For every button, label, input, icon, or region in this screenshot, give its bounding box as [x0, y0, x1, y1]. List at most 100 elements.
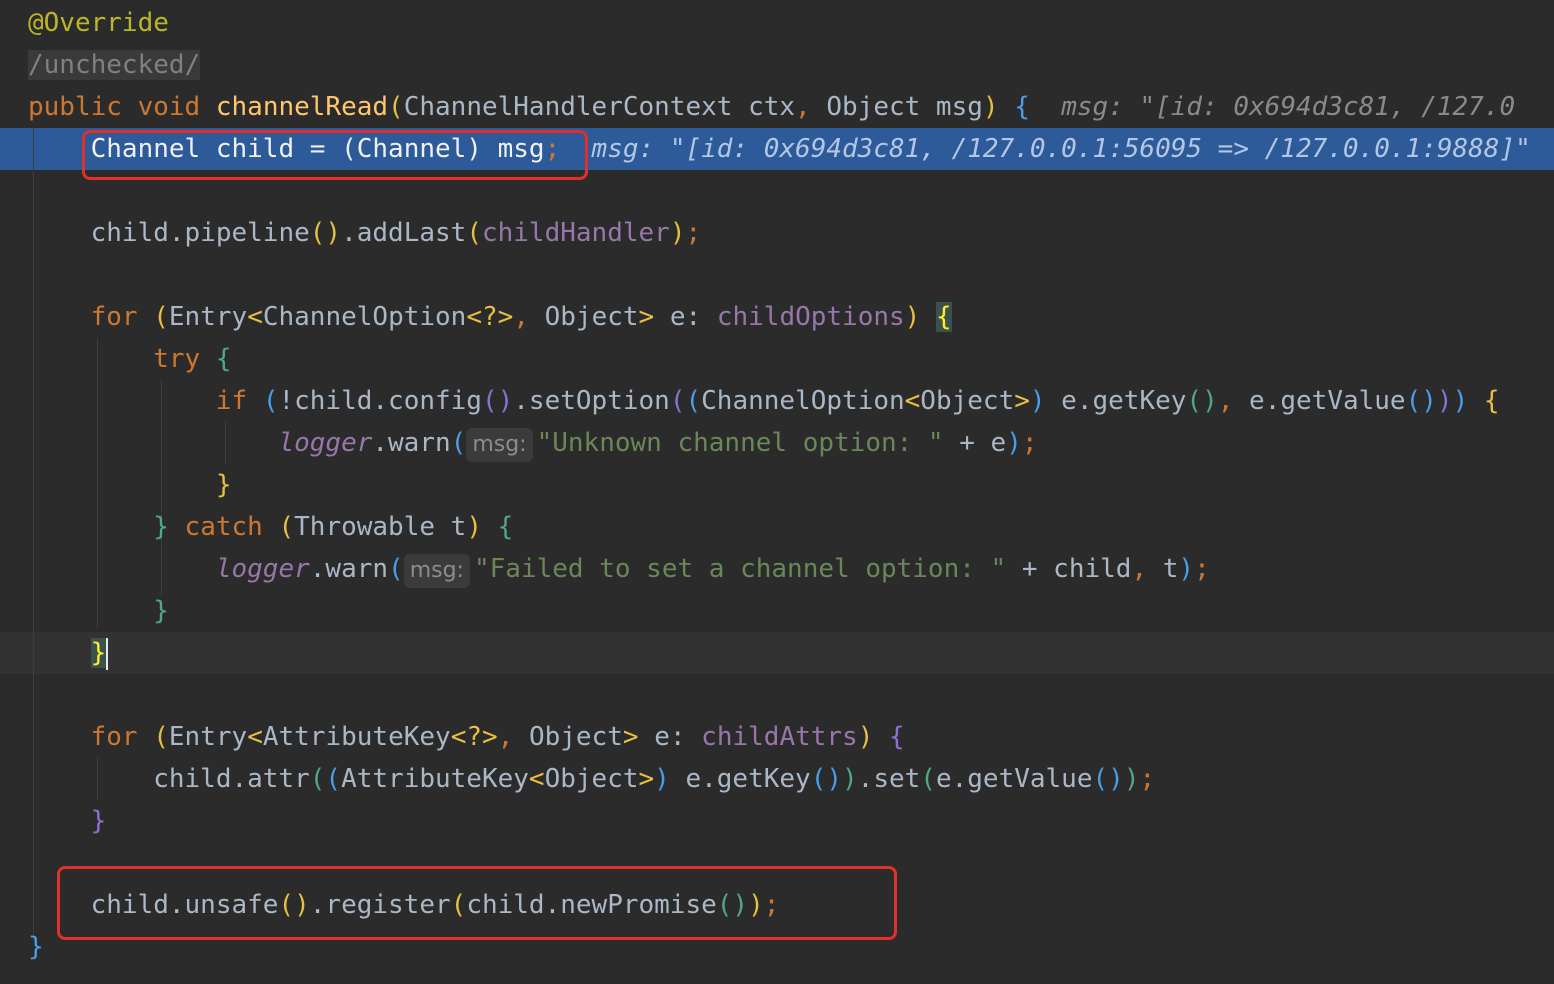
code-token: >	[1014, 386, 1030, 416]
code-token: if	[215, 386, 248, 416]
code-token: AttributeKey	[262, 722, 451, 752]
code-line[interactable]: child.attr((AttributeKey<Object>) e.getK…	[28, 758, 1554, 800]
code-token: {	[497, 512, 514, 542]
code-token: childOptions	[716, 302, 905, 332]
code-token: >	[638, 764, 655, 794]
code-token: ;	[1139, 764, 1156, 794]
code-line[interactable]: for (Entry<AttributeKey<?>, Object> e: c…	[28, 716, 1554, 758]
code-line[interactable]: @Override	[28, 2, 1554, 44]
code-line[interactable]: }	[28, 464, 1554, 506]
code-token: ,	[1131, 554, 1163, 584]
code-token: )	[904, 302, 921, 332]
code-token: )	[1178, 554, 1195, 584]
code-line[interactable]: if (!child.config().setOption((ChannelOp…	[28, 380, 1554, 422]
code-token: child.attr	[28, 764, 310, 794]
code-token: for	[90, 722, 138, 752]
code-line[interactable]: for (Entry<ChannelOption<?>, Object> e: …	[28, 296, 1554, 338]
code-token: )	[1029, 386, 1046, 416]
code-token: <	[247, 722, 263, 752]
code-token: e.getKey	[1045, 386, 1187, 416]
code-token: + child	[1006, 554, 1132, 584]
code-token: Object	[528, 722, 623, 752]
code-token: )	[1123, 764, 1140, 794]
code-token: ()	[1405, 386, 1437, 416]
code-editor[interactable]: @Override/unchecked/public void channelR…	[0, 0, 1554, 984]
code-token: >	[638, 302, 655, 332]
code-token: (	[466, 218, 482, 248]
code-token: Object msg	[826, 92, 983, 122]
code-line[interactable]: }	[28, 632, 1554, 674]
code-line[interactable]: try {	[28, 338, 1554, 380]
code-line[interactable]: /unchecked/	[28, 44, 1554, 86]
code-token: AttributeKey	[341, 764, 529, 794]
code-token: ()	[309, 218, 342, 248]
code-token: (	[669, 386, 686, 416]
debug-inline-value: msg: "[id: 0x694d3c81, /127.0.0.1:56095 …	[591, 134, 1531, 164]
code-token: .warn	[372, 428, 451, 458]
code-token: Object	[544, 302, 639, 332]
code-line[interactable]: child.pipeline().addLast(childHandler);	[28, 212, 1554, 254]
code-token: )	[857, 722, 874, 752]
code-token: )	[842, 764, 858, 794]
code-token: {	[889, 722, 905, 752]
code-token: e:	[638, 722, 702, 752]
code-line[interactable]	[28, 674, 1554, 716]
code-token: (	[278, 512, 295, 542]
code-line[interactable]: logger.warn(msg: "Unknown channel option:…	[28, 422, 1554, 464]
code-line[interactable]: }	[28, 590, 1554, 632]
code-token: .setOption	[513, 386, 670, 416]
code-token: ;	[685, 218, 702, 248]
code-token: )	[669, 218, 686, 248]
code-token: Object	[544, 764, 639, 794]
code-line[interactable]: } catch (Throwable t) {	[28, 506, 1554, 548]
code-token: (	[388, 554, 404, 584]
code-token: logger	[278, 428, 373, 458]
code-token: .addLast	[341, 218, 467, 248]
code-token: void	[137, 92, 201, 122]
code-token: + e	[943, 428, 1007, 458]
code-token: (	[450, 428, 467, 458]
code-token: ()	[1186, 386, 1218, 416]
code-line[interactable]	[28, 254, 1554, 296]
code-token: ChannelHandlerContext ctx	[403, 92, 796, 122]
code-token: e:	[654, 302, 717, 332]
text-caret	[106, 637, 109, 670]
code-token: t	[1162, 554, 1179, 584]
code-token: e.getValue	[1249, 386, 1406, 416]
code-token: channelRead	[215, 92, 389, 122]
code-token: )	[1006, 428, 1022, 458]
code-token: child.pipeline	[28, 218, 310, 248]
code-line[interactable]: public void channelRead(ChannelHandlerCo…	[28, 86, 1554, 128]
code-line[interactable]: logger.warn(msg: "Failed to set a channel…	[28, 548, 1554, 590]
code-token: public	[28, 92, 122, 122]
code-token: for	[90, 302, 138, 332]
code-token: )	[654, 764, 670, 794]
code-token: }	[215, 470, 232, 500]
code-token: ;	[1021, 428, 1038, 458]
code-token: <	[247, 302, 263, 332]
code-token: Entry	[168, 722, 248, 752]
code-token: "Failed to set a channel option: "	[473, 554, 1007, 584]
annotation-box-register-call	[57, 866, 897, 940]
code-line[interactable]: }	[28, 800, 1554, 842]
code-token: /unchecked/	[28, 50, 201, 80]
code-token: (	[685, 386, 702, 416]
code-token: (	[153, 722, 169, 752]
